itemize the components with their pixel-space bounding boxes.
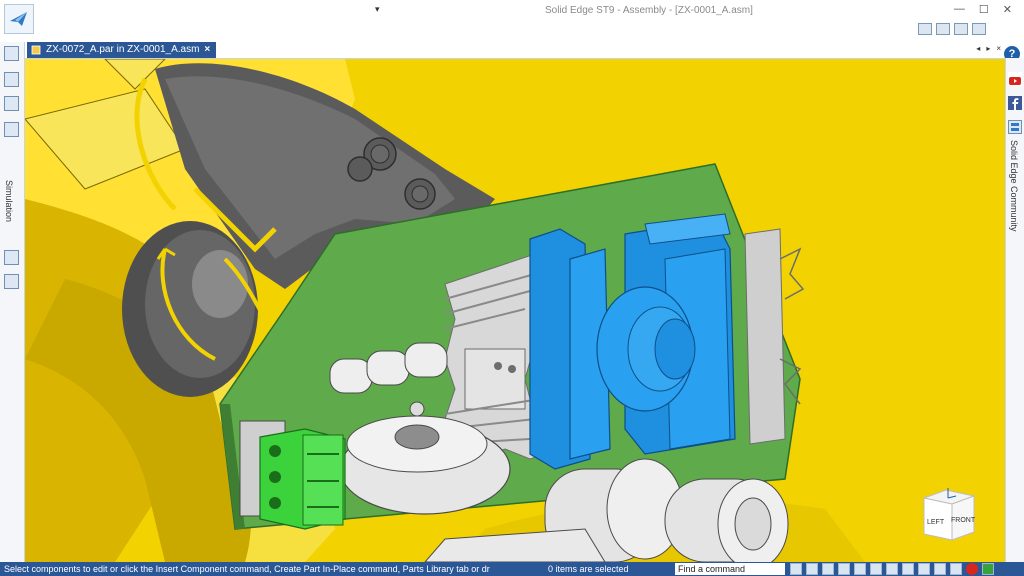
selection-count: 0 items are selected: [548, 564, 629, 574]
rotate-icon[interactable]: [870, 563, 882, 575]
tab-scroll-left-button[interactable]: ◂: [976, 44, 980, 53]
ribbon-list-icon[interactable]: [936, 23, 950, 35]
settings-icon[interactable]: [950, 563, 962, 575]
layers-tab[interactable]: [4, 72, 19, 87]
application-button-icon: [10, 12, 27, 26]
title-bar: ▾ Solid Edge ST9 - Assembly - [ZX-0001_A…: [0, 0, 1024, 40]
view-cube-front-label[interactable]: FRONT: [951, 517, 975, 524]
parts-library-tab[interactable]: [4, 274, 19, 289]
document-tab-label: ZX-0072_A.par in ZX-0001_A.asm: [46, 44, 200, 55]
right-dock: Solid Edge Community: [1005, 58, 1024, 562]
view-cube-left-label[interactable]: LEFT: [927, 519, 944, 526]
minimize-button[interactable]: —: [954, 3, 965, 16]
view-style-icon[interactable]: [918, 563, 930, 575]
tab-close-all-button[interactable]: ×: [996, 44, 1001, 53]
ribbon-grid-icon[interactable]: [954, 23, 968, 35]
up-arrow-icon[interactable]: [982, 563, 994, 575]
close-button[interactable]: ✕: [1003, 3, 1012, 16]
sensors-tab[interactable]: [4, 250, 19, 265]
ribbon-options: [918, 23, 986, 35]
zoom-area-icon[interactable]: [806, 563, 818, 575]
left-dock: Simulation: [0, 42, 25, 562]
maximize-button[interactable]: ☐: [979, 3, 989, 16]
pan-icon[interactable]: [854, 563, 866, 575]
view-cube-icon: [922, 488, 976, 541]
view-cube[interactable]: LEFT FRONT: [920, 484, 978, 544]
tab-navigation: ◂ ▸ ×: [976, 44, 1001, 53]
community-tab-label[interactable]: Solid Edge Community: [1009, 140, 1019, 232]
status-prompt: Select components to edit or click the I…: [4, 564, 490, 574]
tab-scroll-right-button[interactable]: ▸: [986, 44, 990, 53]
select-tools-tab[interactable]: [4, 96, 19, 111]
display-style-icon[interactable]: [902, 563, 914, 575]
simulation-icon[interactable]: [4, 122, 19, 137]
arrow-icon[interactable]: [790, 563, 802, 575]
quick-access-dropdown[interactable]: ▾: [375, 4, 380, 15]
window-title: Solid Edge ST9 - Assembly - [ZX-0001_A.a…: [545, 5, 753, 16]
document-tab-close-button[interactable]: ×: [204, 42, 210, 58]
assembly-model[interactable]: [25, 59, 1005, 562]
graphics-window[interactable]: LEFT FRONT: [25, 59, 1005, 562]
ribbon-detail-icon[interactable]: [972, 23, 986, 35]
application-button[interactable]: [4, 4, 34, 34]
youtube-icon[interactable]: [1008, 72, 1022, 86]
fit-icon[interactable]: [838, 563, 850, 575]
record-icon[interactable]: [966, 563, 978, 575]
find-command-input[interactable]: Find a command: [675, 563, 785, 575]
community-icon[interactable]: [1008, 120, 1022, 134]
status-bar: Select components to edit or click the I…: [0, 562, 1024, 576]
view-tools: [790, 563, 994, 575]
part-document-icon: [31, 45, 41, 55]
layout-icon[interactable]: [918, 23, 932, 35]
document-tab[interactable]: ZX-0072_A.par in ZX-0001_A.asm ×: [27, 42, 217, 58]
facebook-icon[interactable]: [1008, 96, 1022, 110]
view-orientation-icon[interactable]: [886, 563, 898, 575]
document-tab-strip: ZX-0072_A.par in ZX-0001_A.asm × ◂ ▸ ×: [25, 42, 1005, 59]
simulation-tab-label[interactable]: Simulation: [4, 180, 14, 222]
pathfinder-tab[interactable]: [4, 46, 19, 61]
window-controls: — ☐ ✕: [954, 3, 1012, 16]
named-views-icon[interactable]: [934, 563, 946, 575]
zoom-icon[interactable]: [822, 563, 834, 575]
